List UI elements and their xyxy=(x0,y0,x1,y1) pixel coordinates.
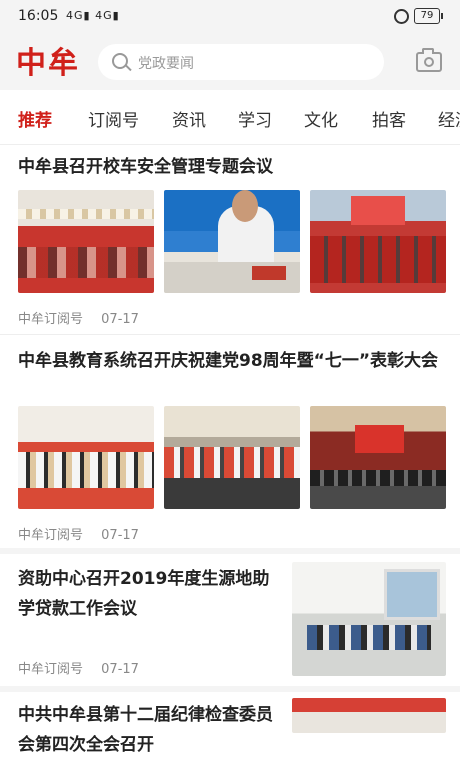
app-logo[interactable]: 中牟 xyxy=(16,38,80,82)
article-title[interactable]: 中共中牟县第十二届纪律检查委员会第四次全会召开 xyxy=(18,700,280,760)
tab-culture[interactable]: 文化 xyxy=(304,106,338,131)
article-date: 07-17 xyxy=(101,312,139,327)
app-header: 中牟 党政要闻 xyxy=(0,32,460,90)
alarm-icon xyxy=(394,9,409,24)
article-source: 中牟订阅号 xyxy=(18,528,84,543)
article-image xyxy=(164,406,300,509)
article-image xyxy=(18,406,154,509)
search-icon xyxy=(112,53,128,69)
search-bar[interactable]: 党政要闻 xyxy=(98,44,384,80)
tab-news[interactable]: 资讯 xyxy=(172,106,206,131)
battery-icon: 79 xyxy=(414,8,443,24)
article-image xyxy=(18,190,154,293)
article-image xyxy=(310,406,446,509)
article-image xyxy=(292,698,446,733)
article-meta: 中牟订阅号 07-17 xyxy=(18,658,153,677)
article-title[interactable]: 中牟县教育系统召开庆祝建党98周年暨“七一”表彰大会 xyxy=(18,346,448,376)
article-image xyxy=(292,562,446,676)
article-image xyxy=(164,190,300,293)
channel-tabs: 推荐 订阅号 资讯 学习 文化 拍客 经济 xyxy=(0,90,460,145)
article-date: 07-17 xyxy=(101,528,139,543)
section-gap xyxy=(0,686,460,692)
search-placeholder: 党政要闻 xyxy=(138,56,194,72)
article-source: 中牟订阅号 xyxy=(18,312,84,327)
article-source: 中牟订阅号 xyxy=(18,662,84,677)
tab-study[interactable]: 学习 xyxy=(238,106,272,131)
tab-recommend[interactable]: 推荐 xyxy=(18,106,52,131)
article-date: 07-17 xyxy=(101,662,139,677)
tab-photographer[interactable]: 拍客 xyxy=(372,106,406,131)
section-gap xyxy=(0,548,460,554)
divider xyxy=(0,334,460,335)
nameplate xyxy=(252,266,286,281)
article-title[interactable]: 中牟县召开校车安全管理专题会议 xyxy=(18,152,448,182)
article-title[interactable]: 资助中心召开2019年度生源地助学贷款工作会议 xyxy=(18,564,280,624)
status-bar: 16:05 4G▮ 4G▮ 79 xyxy=(0,0,460,32)
article-meta: 中牟订阅号 07-17 xyxy=(18,308,153,327)
article-meta: 中牟订阅号 07-17 xyxy=(18,524,153,543)
tab-subscriptions[interactable]: 订阅号 xyxy=(88,106,139,131)
signal-icon: 4G▮ 4G▮ xyxy=(66,9,120,22)
status-time: 16:05 xyxy=(18,8,59,24)
person-head xyxy=(232,190,258,222)
camera-icon[interactable] xyxy=(416,48,442,72)
article-image xyxy=(310,190,446,293)
tab-economy[interactable]: 经济 xyxy=(438,106,460,131)
